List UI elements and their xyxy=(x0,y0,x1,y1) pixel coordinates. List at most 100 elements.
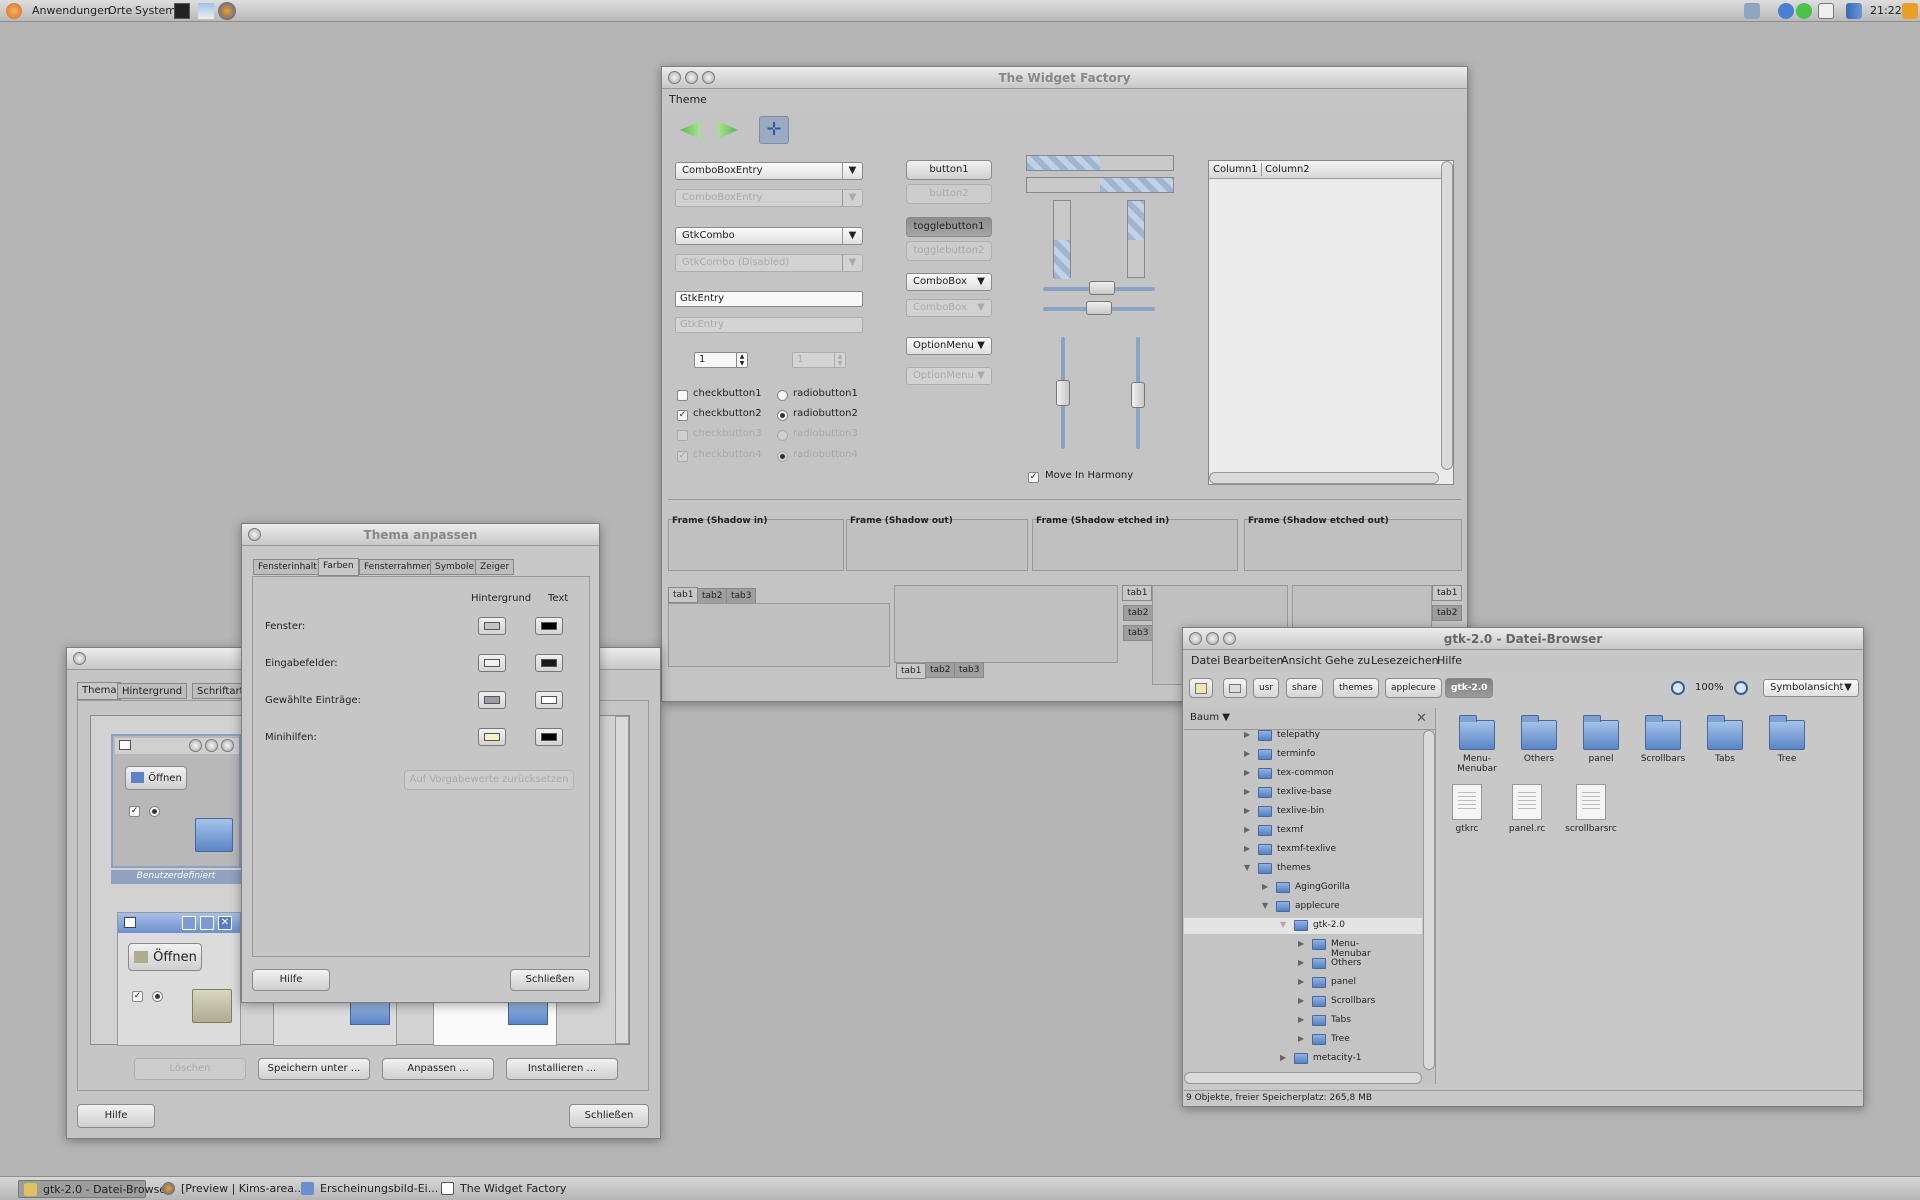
tab-theme[interactable]: Thema xyxy=(77,682,122,700)
window-bg-swatch[interactable] xyxy=(478,617,506,635)
menu-applications[interactable]: Anwendungen xyxy=(32,4,111,17)
expander-icon[interactable]: ▶ xyxy=(1244,788,1252,796)
tab-3[interactable]: tab3 xyxy=(726,588,757,604)
close-icon[interactable] xyxy=(73,652,86,665)
input-text-swatch[interactable] xyxy=(535,654,563,672)
folder-tabs[interactable]: Tabs xyxy=(1695,715,1755,764)
tab-1[interactable]: tab1 xyxy=(1122,585,1153,601)
signal-icon[interactable] xyxy=(1846,3,1862,19)
tooltip-bg-swatch[interactable] xyxy=(478,728,506,746)
combo-box[interactable]: ComboBox ▼ xyxy=(906,273,992,291)
dropdown-arrow-icon[interactable]: ▼ xyxy=(842,228,862,244)
tab-3[interactable]: tab3 xyxy=(954,662,985,678)
window-text-swatch[interactable] xyxy=(535,617,563,635)
hscale-2-thumb[interactable] xyxy=(1086,301,1112,315)
vscale-2-thumb[interactable] xyxy=(1131,382,1145,408)
tree-horizontal-scrollbar[interactable] xyxy=(1184,1072,1422,1084)
tree-item-panel[interactable]: ▶ panel xyxy=(1184,975,1378,991)
checkbox-2[interactable]: ✓ xyxy=(677,410,688,421)
tree-item-menu-menubar[interactable]: ▶ Menu-Menubar xyxy=(1184,937,1378,959)
icon-view[interactable]: Menu-Menubar Others panel Scrollbars Tab… xyxy=(1441,708,1859,1084)
tooltip-text-swatch[interactable] xyxy=(535,728,563,746)
clipboard-icon[interactable] xyxy=(1818,3,1834,19)
tree-item-themes[interactable]: ▼ themes xyxy=(1184,861,1378,877)
menu-help[interactable]: Hilfe xyxy=(1437,654,1462,667)
title-bar[interactable]: Thema anpassen xyxy=(242,524,599,546)
tab-1[interactable]: tab1 xyxy=(668,587,699,603)
tree-item-metacity-1[interactable]: ▶ metacity-1 xyxy=(1184,1051,1378,1067)
collapse-icon[interactable]: ▼ xyxy=(1244,864,1252,872)
crumb-gtk-2-0[interactable]: gtk-2.0 xyxy=(1445,678,1494,698)
help-button[interactable]: Hilfe xyxy=(252,969,330,991)
gtk-entry[interactable]: GtkEntry xyxy=(675,291,863,307)
gtk-combo[interactable]: GtkCombo ▼ xyxy=(675,227,863,245)
theme-preview-custom[interactable]: Öffnen ✓ xyxy=(111,734,241,868)
sidebar-close-icon[interactable]: ✕ xyxy=(1416,711,1427,726)
expander-icon[interactable]: ▶ xyxy=(1280,1054,1288,1062)
tree-item-telepathy[interactable]: ▶ telepathy xyxy=(1184,730,1378,744)
radio-1[interactable] xyxy=(777,390,788,401)
input-bg-swatch[interactable] xyxy=(478,654,506,672)
volume-icon[interactable] xyxy=(1744,3,1760,19)
checkbox-1[interactable] xyxy=(677,390,688,401)
tab-pointer[interactable]: Zeiger xyxy=(475,559,515,575)
spin-arrows-icon[interactable]: ▲ ▼ xyxy=(736,353,747,367)
option-menu[interactable]: OptionMenu ▼ xyxy=(906,337,992,355)
customize-button[interactable]: Anpassen ... xyxy=(382,1058,494,1080)
add-icon[interactable]: ✛ xyxy=(759,116,789,144)
taskbar-item-firefox[interactable]: [Preview | Kims-area.... xyxy=(157,1180,308,1198)
ubuntu-logo-icon[interactable] xyxy=(6,3,22,19)
dropdown-arrow-icon[interactable]: ▼ xyxy=(971,338,991,354)
tab-window-frame[interactable]: Fensterrahmen xyxy=(359,559,438,575)
tab-window-content[interactable]: Fensterinhalt xyxy=(253,559,322,575)
close-button[interactable]: Schließen xyxy=(510,969,590,991)
expander-icon[interactable]: ▶ xyxy=(1298,1035,1306,1043)
expander-icon[interactable]: ▶ xyxy=(1298,997,1306,1005)
folder-others[interactable]: Others xyxy=(1509,715,1569,764)
expander-icon[interactable]: ▶ xyxy=(1244,731,1252,739)
folder-panel[interactable]: panel xyxy=(1571,715,1631,764)
radio-2[interactable] xyxy=(777,410,788,421)
expander-icon[interactable]: ▶ xyxy=(1298,1016,1306,1024)
collapse-icon[interactable]: ▼ xyxy=(1262,902,1270,910)
folder-scrollbars[interactable]: Scrollbars xyxy=(1633,715,1693,764)
sidebar-mode-select[interactable]: Baum ▼ xyxy=(1190,712,1230,723)
tree-item-tabs[interactable]: ▶ Tabs xyxy=(1184,1013,1378,1029)
collapse-icon[interactable]: ▼ xyxy=(1280,921,1288,929)
menu-bookmarks[interactable]: Lesezeichen xyxy=(1371,654,1439,667)
horizontal-scrollbar[interactable] xyxy=(1209,472,1439,484)
expander-icon[interactable]: ▶ xyxy=(1244,769,1252,777)
dropdown-arrow-icon[interactable]: ▼ xyxy=(1838,680,1858,696)
vertical-scrollbar[interactable] xyxy=(1441,161,1453,470)
menu-view[interactable]: Ansicht xyxy=(1281,654,1322,667)
tree-item-texlive-bin[interactable]: ▶ texlive-bin xyxy=(1184,804,1378,820)
theme-list-scrollbar[interactable] xyxy=(615,716,629,1044)
tree-item-applecure[interactable]: ▼ applecure xyxy=(1184,899,1378,915)
column2-header[interactable]: Column2 xyxy=(1265,164,1310,175)
dropdown-arrow-icon[interactable]: ▼ xyxy=(971,274,991,290)
crumb-themes[interactable]: themes xyxy=(1333,678,1379,698)
tree-view[interactable]: Column1 Column2 xyxy=(1208,160,1454,485)
expander-icon[interactable]: ▶ xyxy=(1244,845,1252,853)
taskbar-item-file-browser[interactable]: gtk-2.0 - Datei-Browser xyxy=(18,1180,171,1198)
folder-tree[interactable]: Tree xyxy=(1757,715,1817,764)
save-as-button[interactable]: Speichern unter ... xyxy=(258,1058,370,1080)
clock[interactable]: 21:22 xyxy=(1870,4,1902,17)
crumb-applecure[interactable]: applecure xyxy=(1385,678,1442,698)
tab-3[interactable]: tab3 xyxy=(1123,625,1154,641)
expander-icon[interactable]: ▶ xyxy=(1244,826,1252,834)
file-scrollbarsrc[interactable]: scrollbarsrc xyxy=(1561,784,1621,834)
menu-theme[interactable]: Theme xyxy=(669,93,707,106)
tree-item-tree[interactable]: ▶ Tree xyxy=(1184,1032,1378,1048)
selected-text-swatch[interactable] xyxy=(535,691,563,709)
folder-menu-menubar[interactable]: Menu-Menubar xyxy=(1447,715,1507,774)
tree-vertical-scrollbar[interactable] xyxy=(1423,730,1435,1070)
tab-1[interactable]: tab1 xyxy=(1432,585,1463,601)
help-button[interactable]: Hilfe xyxy=(77,1104,155,1128)
selected-bg-swatch[interactable] xyxy=(478,691,506,709)
menu-file[interactable]: Datei xyxy=(1191,654,1220,667)
tree-item-texmf-texlive[interactable]: ▶ texmf-texlive xyxy=(1184,842,1378,858)
terminal-launcher-icon[interactable] xyxy=(174,3,190,19)
menu-edit[interactable]: Bearbeiten xyxy=(1223,654,1283,667)
expander-icon[interactable]: ▶ xyxy=(1298,940,1306,948)
